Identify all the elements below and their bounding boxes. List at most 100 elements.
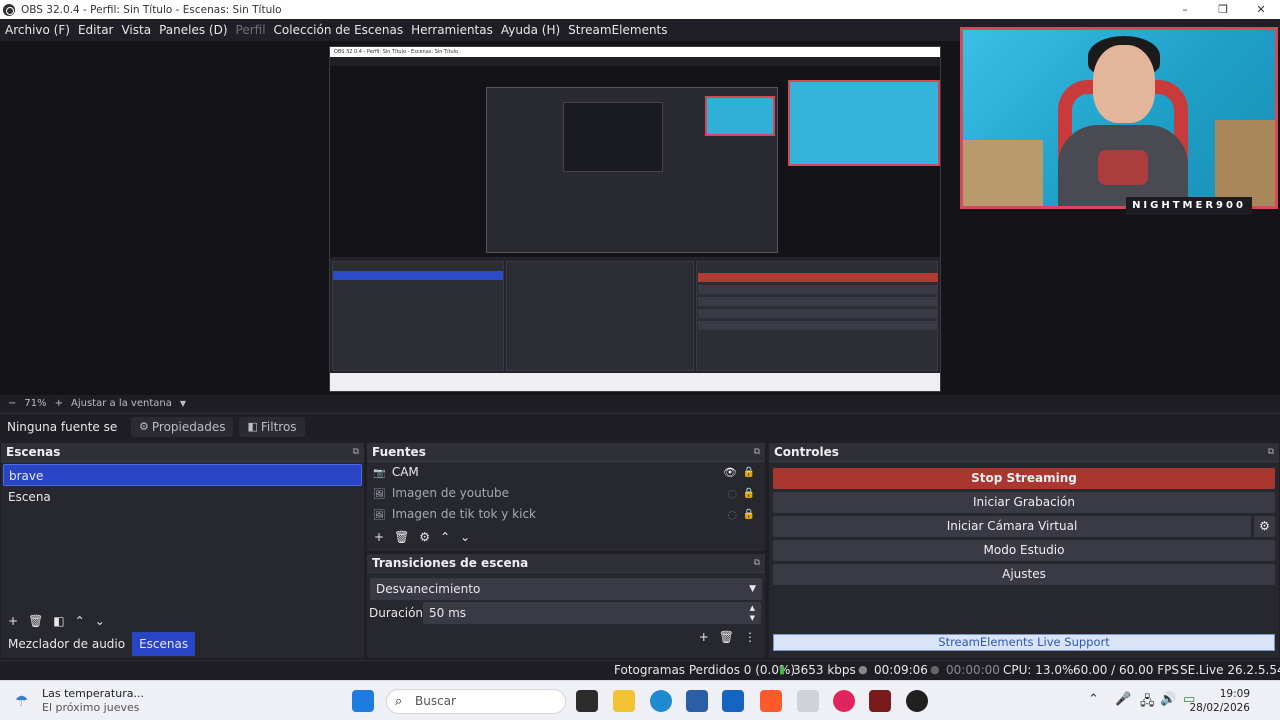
more-options-icon[interactable]: ⋮ [744, 630, 756, 644]
source-name: Imagen de tik tok y kick [391, 507, 537, 521]
stop-streaming-button[interactable]: Stop Streaming [773, 468, 1275, 489]
nested-menubar [330, 57, 940, 66]
source-item-cam[interactable]: 📷 CAM 👁 🔒 [367, 462, 765, 483]
volume-icon[interactable]: 🔊 [1160, 692, 1176, 707]
brave-browser-icon[interactable] [760, 690, 782, 712]
menu-edit[interactable]: Editar [78, 23, 114, 37]
move-up-icon[interactable]: ⌃ [75, 614, 85, 628]
move-down-icon[interactable]: ⌄ [95, 614, 105, 628]
hidden-eye-icon[interactable]: ◌ [727, 504, 737, 525]
record-time: 00:00:00 [946, 663, 1000, 677]
editor-app-icon[interactable] [722, 690, 744, 712]
menu-tools[interactable]: Herramientas [411, 23, 493, 37]
source-item-youtube[interactable]: 🖼 Imagen de youtube ◌ 🔒 [367, 483, 765, 504]
menu-docks[interactable]: Paneles (D) [159, 23, 227, 37]
menu-streamelements[interactable]: StreamElements [568, 23, 667, 37]
clock-time: 19:09 [1219, 688, 1250, 700]
controls-title: Controles [774, 445, 839, 459]
taskbar-search[interactable]: ⌕ Buscar [386, 689, 566, 714]
streamelements-support-button[interactable]: StreamElements Live Support [773, 634, 1275, 651]
undock-icon[interactable]: ⧉ [1268, 443, 1274, 462]
sources-dock-header: Fuentes ⧉ [367, 443, 765, 462]
menu-view[interactable]: Vista [121, 23, 151, 37]
move-down-icon[interactable]: ⌄ [460, 530, 470, 544]
store-icon[interactable] [686, 690, 708, 712]
menu-file[interactable]: Archivo (F) [5, 23, 70, 37]
zoom-value: 71% [24, 397, 47, 409]
move-up-icon[interactable]: ⌃ [440, 530, 450, 544]
tray-chevron-icon[interactable]: ⌃ [1088, 692, 1099, 707]
controls-dock-header: Controles ⧉ [769, 443, 1279, 462]
spin-arrows-icon[interactable]: ▲ ▼ [750, 603, 755, 623]
transition-select[interactable]: Desvanecimiento ▼ [370, 578, 762, 600]
zoom-dropdown-icon[interactable]: ▼ [180, 399, 186, 408]
weather-subtitle: El próximo jueves [42, 701, 140, 714]
lock-icon[interactable]: 🔒 [743, 462, 755, 483]
add-transition-icon[interactable]: + [699, 630, 709, 644]
add-source-icon[interactable]: + [374, 530, 384, 544]
weather-title: Las temperatura... [42, 687, 144, 700]
app-icon[interactable] [797, 690, 819, 712]
windows-start-icon[interactable] [352, 690, 374, 712]
properties-button[interactable]: ⚙ Propiedades [131, 416, 234, 437]
virtual-camera-settings-gear-icon[interactable]: ⚙ [1254, 516, 1275, 537]
filters-button[interactable]: ◧ Filtros [239, 416, 305, 437]
source-name: CAM [391, 465, 419, 479]
system-clock[interactable]: 19:09 28/02/2026 [1189, 687, 1250, 715]
hidden-eye-icon[interactable]: ◌ [727, 483, 737, 504]
maximize-button[interactable]: ❐ [1204, 0, 1242, 19]
opera-icon[interactable] [833, 690, 855, 712]
remove-scene-icon[interactable]: 🗑 [28, 614, 43, 628]
sources-toolbar: + 🗑 ⚙ ⌃ ⌄ [367, 527, 765, 547]
dropdown-arrow-icon: ▼ [749, 584, 756, 594]
tab-scenes[interactable]: Escenas [132, 632, 196, 656]
scene-item-escena[interactable]: Escena [3, 486, 362, 508]
undock-icon[interactable]: ⧉ [353, 443, 359, 462]
zoom-out-button[interactable]: − [8, 398, 16, 409]
add-scene-icon[interactable]: + [8, 614, 18, 628]
lock-icon[interactable]: 🔒 [743, 483, 755, 504]
file-explorer-icon[interactable] [613, 690, 635, 712]
source-toolbar: Ninguna fuente seleccionada ⚙ Propiedade… [0, 413, 1280, 439]
remove-source-icon[interactable]: 🗑 [394, 530, 409, 544]
nested-preview [330, 66, 940, 282]
menu-profile[interactable]: Perfil [236, 23, 266, 37]
menu-help[interactable]: Ayuda (H) [501, 23, 560, 37]
scenes-toolbar: + 🗑 ◧ ⌃ ⌄ [1, 611, 364, 631]
window-title: OBS 32.0.4 - Perfil: Sin Título - Escena… [21, 3, 282, 16]
network-icon[interactable]: 🖧 [1140, 692, 1155, 714]
selected-source-label: Ninguna fuente seleccionada [7, 419, 117, 434]
scene-item-brave[interactable]: brave [3, 464, 362, 486]
task-view-icon[interactable] [576, 690, 598, 712]
remove-transition-icon[interactable]: 🗑 [719, 630, 734, 644]
undock-icon[interactable]: ⧉ [754, 443, 760, 462]
microphone-icon[interactable]: 🎤 [1115, 692, 1131, 707]
filter-icon: ◧ [247, 420, 258, 433]
source-settings-icon[interactable]: ⚙ [419, 530, 430, 544]
fit-window-label[interactable]: Ajustar a la ventana [71, 398, 172, 409]
menu-scene-collection[interactable]: Colección de Escenas [274, 23, 404, 37]
edge-browser-icon[interactable] [650, 690, 672, 712]
source-item-tiktok[interactable]: 🖼 Imagen de tik tok y kick ◌ 🔒 [367, 504, 765, 525]
sources-dock: Fuentes ⧉ 📷 CAM 👁 🔒 🖼 Imagen de youtube … [367, 443, 765, 551]
transitions-dock-header: Transiciones de escena ⧉ [367, 554, 765, 573]
tab-audio-mixer[interactable]: Mezclador de audio [1, 632, 132, 656]
scene-filters-icon[interactable]: ◧ [53, 614, 64, 628]
visibility-eye-icon[interactable]: 👁 [723, 462, 737, 483]
zoom-in-button[interactable]: + [55, 398, 63, 409]
duration-label: Duración [369, 606, 424, 620]
obs-taskbar-icon[interactable] [906, 690, 928, 712]
nested-panels [330, 257, 940, 377]
lock-icon[interactable]: 🔒 [743, 504, 755, 525]
minimize-button[interactable]: – [1166, 0, 1204, 19]
start-recording-button[interactable]: Iniciar Grabación [773, 492, 1275, 513]
studio-mode-button[interactable]: Modo Estudio [773, 540, 1275, 561]
nested-deep-capture [563, 102, 663, 172]
start-virtual-camera-button[interactable]: Iniciar Cámara Virtual [773, 516, 1251, 537]
nested-inner-cam [705, 96, 775, 136]
game-app-icon[interactable] [869, 690, 891, 712]
duration-spinbox[interactable]: 50 ms ▲ ▼ [423, 602, 761, 624]
settings-button[interactable]: Ajustes [773, 564, 1275, 585]
undock-icon[interactable]: ⧉ [754, 554, 760, 573]
close-button[interactable]: ✕ [1242, 0, 1280, 19]
